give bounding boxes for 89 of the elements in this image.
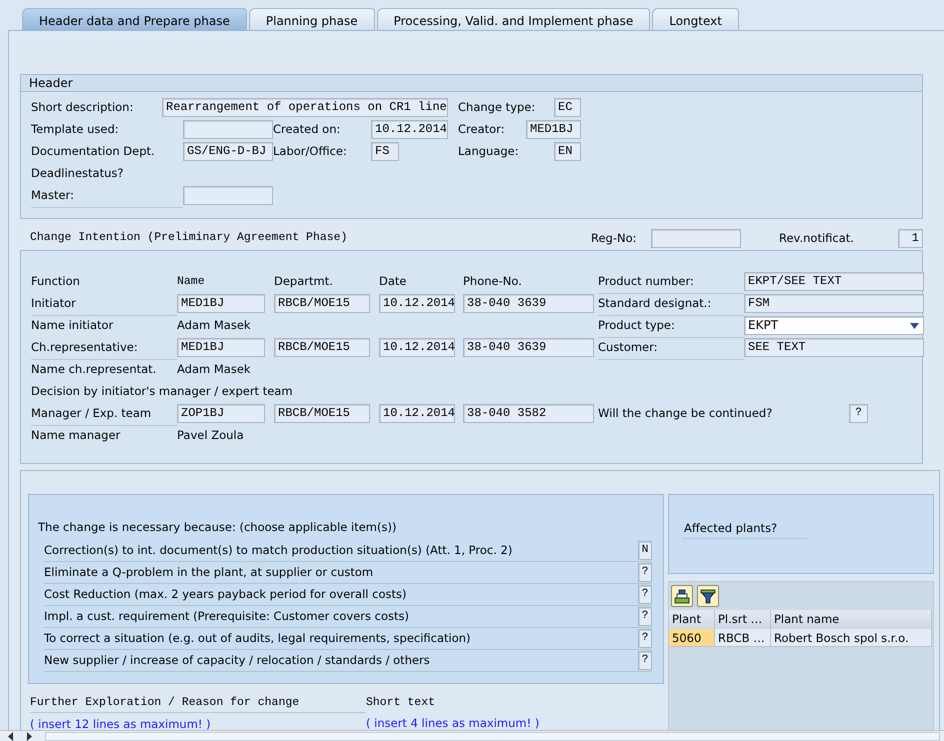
section-title: The change is necessary because: (choose applicable item(s)) (38, 519, 398, 536)
table-cell: Robert Bosch spol s.r.o. (771, 629, 932, 647)
field-label: Deadlinestatus? (31, 165, 124, 182)
scroll-right-icon[interactable] (25, 732, 33, 740)
input-field[interactable]: RBCB/MOE15 (274, 294, 370, 313)
column-header[interactable]: Plant (669, 610, 715, 629)
input-field[interactable]: MED1BJ (526, 120, 581, 139)
input-field[interactable] (651, 228, 741, 248)
field-label: Decision by initiator's manager / expert team (31, 383, 294, 400)
input-field[interactable]: FSM (744, 294, 924, 313)
group-title: Header (21, 75, 922, 92)
input-field[interactable] (183, 120, 273, 139)
input-field[interactable]: 10.12.2014 (379, 338, 455, 357)
column-header[interactable]: Pl.srt … (715, 610, 771, 629)
field-label: Language: (458, 143, 520, 160)
field-label: Reg-No: (591, 230, 638, 246)
filter-button[interactable] (697, 585, 719, 607)
field-label: Rev.notificat. (779, 230, 855, 246)
filter-icon (700, 588, 716, 604)
reason-text: To correct a situation (e.g. out of audits, legal requirements, specification) (44, 630, 471, 647)
input-field[interactable]: ? (638, 629, 652, 648)
column-header: Date (379, 273, 408, 290)
reason-text: Impl. a cust. requirement (Prerequisite: Customer covers costs) (44, 608, 410, 625)
dropdown-field[interactable]: EKPT (744, 316, 924, 335)
link[interactable]: ( insert 4 lines as maximum! ) (366, 715, 540, 730)
field-label: Template used: (31, 121, 120, 138)
input-field[interactable]: 38-040 3582 (463, 404, 594, 423)
person-name: Adam Masek (177, 361, 252, 378)
field-label: Affected plants? (682, 519, 807, 539)
input-field[interactable]: ? (638, 563, 652, 582)
column-header: Departmt. (274, 273, 334, 290)
input-field[interactable]: FS (371, 142, 399, 161)
field-label: Name initiator (31, 317, 114, 334)
input-field[interactable]: MED1BJ (177, 294, 265, 313)
input-field[interactable]: GS/ENG-D-BJ (183, 142, 273, 161)
link[interactable]: ( insert 12 lines as maximum! ) (30, 716, 211, 730)
input-field[interactable]: 38-040 3639 (463, 338, 594, 357)
column-header: Phone-No. (463, 273, 523, 290)
input-field[interactable]: ? (638, 585, 652, 604)
input-field[interactable]: EC (554, 98, 581, 117)
person-name: Pavel Zoula (177, 427, 245, 444)
reason-text: Correction(s) to int. document(s) to match production situation(s) (Att. 1, Proc. 2) (44, 542, 512, 559)
table-cell: RBCB … (715, 629, 771, 647)
reason-text: New supplier / increase of capacity / relocation / standards / others (44, 652, 430, 669)
input-field[interactable]: 10.12.2014 (379, 404, 455, 423)
input-field[interactable]: Rearrangement of operations on CR1 line (162, 98, 448, 117)
input-field[interactable]: EKPT/SEE TEXT (744, 272, 924, 291)
person-name: Adam Masek (177, 317, 252, 334)
input-field[interactable]: EN (554, 142, 581, 161)
input-field[interactable]: 10.12.2014 (371, 120, 448, 139)
dropdown-arrow-icon[interactable] (910, 322, 919, 328)
input-field[interactable]: 1 (898, 228, 923, 248)
column-header[interactable]: Plant name (771, 610, 932, 629)
column-header: Function (31, 273, 81, 290)
column-header: Name (177, 274, 206, 290)
input-field[interactable]: MED1BJ (177, 338, 265, 357)
tab[interactable]: Processing, Valid. and Implement phase (376, 8, 650, 30)
field-label: Creator: (458, 121, 506, 138)
input-field[interactable]: 38-040 3639 (463, 294, 594, 313)
input-field[interactable]: ? (638, 607, 652, 626)
tab[interactable]: Longtext (652, 8, 739, 30)
input-field[interactable]: ? (638, 651, 652, 670)
field-label: Name manager (31, 427, 122, 444)
input-field[interactable]: N (638, 541, 652, 560)
scroll-left-icon[interactable] (7, 732, 15, 740)
input-field[interactable]: RBCB/MOE15 (274, 404, 370, 423)
input-field[interactable] (183, 186, 273, 205)
field-label: Created on: (273, 121, 342, 138)
stack-icon (674, 588, 690, 604)
field-label: Short text (366, 695, 436, 711)
field-label: Will the change be continued? (598, 405, 772, 422)
field-label: Labor/Office: (273, 143, 348, 160)
field-label: Change type: (458, 99, 536, 116)
input-field[interactable]: ZOP1BJ (177, 404, 265, 423)
input-field[interactable]: RBCB/MOE15 (274, 338, 370, 357)
field-label: Short description: (31, 99, 134, 116)
field-label: Name ch.representat. (31, 361, 158, 378)
field-label: Further Exploration / Reason for change (30, 693, 366, 713)
table-cell: 5060 (669, 629, 715, 647)
reason-text: Eliminate a Q-problem in the plant, at supplier or custom (44, 564, 374, 581)
field-label: Documentation Dept. (31, 143, 156, 160)
details-button[interactable] (671, 585, 693, 607)
input-field[interactable]: 10.12.2014 (379, 294, 455, 313)
reason-text: Cost Reduction (max. 2 years payback period for overall costs) (44, 586, 406, 603)
section-title: Change Intention (Preliminary Agreement Phase) (30, 230, 348, 246)
input-field[interactable]: SEE TEXT (744, 338, 924, 357)
input-field[interactable]: ? (849, 404, 868, 423)
tab[interactable]: Planning phase (248, 8, 375, 30)
tab[interactable]: Header data and Prepare phase (22, 8, 247, 30)
